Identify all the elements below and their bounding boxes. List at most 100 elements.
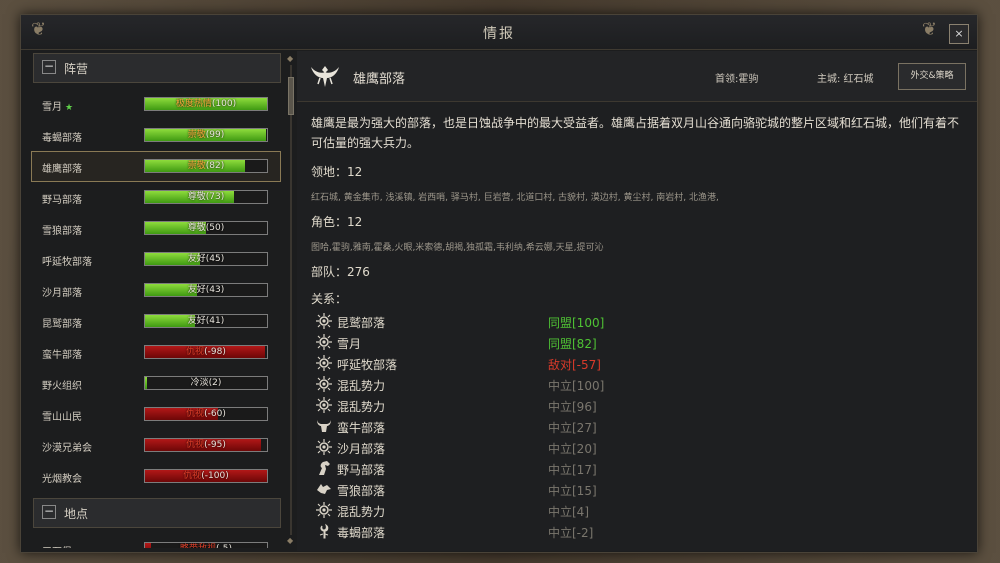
- faction-row[interactable]: 沙漠兄弟会 仇视(-95): [31, 430, 281, 461]
- reputation-text: 仇视(-98): [186, 347, 226, 357]
- detail-header: 雄鹰部落 首领:霍驹 主城: 红石城 外交&策略: [297, 51, 977, 102]
- diplomacy-button[interactable]: 外交&策略: [898, 63, 966, 90]
- relation-name: 蛮牛部落: [337, 421, 386, 435]
- scroll-bottom-diamond-icon: ◆: [287, 536, 294, 545]
- location-list: 三石堡 略带敌视(-5): [31, 534, 283, 548]
- relation-name: 混乱势力: [337, 400, 386, 414]
- eye-emblem-icon: [316, 334, 332, 350]
- faction-row[interactable]: 三石堡 略带敌视(-5): [31, 534, 281, 548]
- faction-row-name: 三石堡: [42, 543, 72, 548]
- relation-row[interactable]: 雪月 同盟[82]: [311, 332, 711, 353]
- faction-row-name: 雪月 ★: [42, 102, 74, 113]
- troop-count: 部队：276: [311, 265, 370, 279]
- locations-section-header[interactable]: − 地点: [33, 498, 281, 528]
- factions-section-header[interactable]: − 阵营: [33, 53, 281, 83]
- eye-emblem-icon: [316, 313, 332, 329]
- horse-emblem-icon: [319, 461, 330, 475]
- relation-row[interactable]: 雪狼部落 中立[15]: [311, 479, 711, 500]
- relation-value: 中立[17]: [548, 463, 597, 477]
- wolf-emblem-icon: [317, 484, 331, 494]
- relation-row[interactable]: 野马部落 中立[17]: [311, 458, 711, 479]
- relation-value: 敌对[-57]: [548, 358, 601, 372]
- relation-row[interactable]: 沙月部落 中立[20]: [311, 437, 711, 458]
- reputation-text: 友好(41): [187, 316, 225, 326]
- collapse-icon[interactable]: −: [42, 60, 56, 74]
- relation-name: 野马部落: [337, 463, 386, 477]
- scroll-top-diamond-icon: ◆: [287, 54, 294, 63]
- sidebar-scrollbar[interactable]: ◆ ◆: [287, 55, 295, 545]
- reputation-text: 友好(43): [187, 285, 225, 295]
- relation-row[interactable]: 混乱势力 中立[4]: [311, 500, 711, 521]
- faction-row-name: 沙月部落: [42, 288, 82, 299]
- faction-row[interactable]: 昆鹫部落 友好(41): [31, 306, 281, 337]
- faction-detail-panel: 雄鹰部落 首领:霍驹 主城: 红石城 外交&策略 雄鹰是最为强大的部落，也是日蚀…: [297, 51, 977, 551]
- faction-row[interactable]: 光烟教会 仇视(-100): [31, 461, 281, 492]
- faction-row-name: 蛮牛部落: [42, 350, 82, 361]
- scroll-thumb[interactable]: [288, 77, 294, 115]
- relation-row[interactable]: 呼延牧部落 敌对[-57]: [311, 353, 711, 374]
- faction-row-name: 昆鹫部落: [42, 319, 82, 330]
- reputation-text: 仇视(-100): [183, 471, 229, 481]
- reputation-bar: 崇敬(99): [144, 128, 268, 142]
- character-list: 图哈,霍驹,雅南,霍桑,火眼,米索德,胡褐,独孤霜,韦利纳,希云娜,天星,提可沁: [311, 243, 604, 253]
- relation-name: 雪狼部落: [337, 484, 386, 498]
- faction-row[interactable]: 呼延牧部落 友好(45): [31, 244, 281, 275]
- faction-row[interactable]: 野火组织 冷淡(2): [31, 368, 281, 399]
- player-star-icon: ★: [65, 103, 74, 113]
- faction-sidebar: − 阵营 雪月 ★ 极度热情(100) 毒蝎部落 崇敬(99) 雄鹰部落 崇敬(82) 野马部…: [31, 53, 283, 548]
- reputation-bar: 尊敬(73): [144, 190, 268, 204]
- reputation-bar: 友好(43): [144, 283, 268, 297]
- reputation-bar: 仇视(-60): [144, 407, 268, 421]
- relation-row[interactable]: 混乱势力 中立[100]: [311, 374, 711, 395]
- reputation-text: 仇视(-95): [186, 440, 226, 450]
- scorpion-emblem-icon: [319, 523, 329, 539]
- relation-row[interactable]: 昆鹫部落 同盟[100]: [311, 311, 711, 332]
- relation-name: 呼延牧部落: [337, 358, 398, 372]
- eye-emblem-icon: [316, 439, 332, 455]
- faction-row[interactable]: 毒蝎部落 崇敬(99): [31, 120, 281, 151]
- faction-row[interactable]: 雄鹰部落 崇敬(82): [31, 151, 281, 182]
- close-button[interactable]: ×: [949, 24, 969, 44]
- bull-emblem-icon: [317, 420, 331, 432]
- faction-leader: 首领:霍驹: [715, 74, 759, 85]
- faction-row-name: 雪山山民: [42, 412, 82, 423]
- eye-emblem-icon: [316, 355, 332, 371]
- relation-value: 中立[96]: [548, 400, 597, 414]
- reputation-bar: 仇视(-95): [144, 438, 268, 452]
- reputation-text: 极度热情(100): [175, 99, 237, 109]
- relation-name: 混乱势力: [337, 379, 386, 393]
- faction-capital: 主城: 红石城: [817, 74, 874, 85]
- relation-row[interactable]: 混乱势力 中立[96]: [311, 395, 711, 416]
- reputation-text: 友好(45): [187, 254, 225, 264]
- reputation-bar: 友好(45): [144, 252, 268, 266]
- reputation-bar: 极度热情(100): [144, 97, 268, 111]
- faction-row-name: 雄鹰部落: [42, 164, 82, 175]
- faction-row[interactable]: 雪月 ★ 极度热情(100): [31, 89, 281, 120]
- right-ornament-icon: ❦: [921, 19, 937, 40]
- faction-row-name: 野马部落: [42, 195, 82, 206]
- relation-name: 毒蝎部落: [337, 526, 386, 540]
- relation-row[interactable]: 毒蝎部落 中立[-2]: [311, 521, 711, 542]
- relation-value: 中立[27]: [548, 421, 597, 435]
- faction-row[interactable]: 雪狼部落 尊敬(50): [31, 213, 281, 244]
- title-bar: ❦ 情报 ❦ ×: [21, 15, 977, 50]
- reputation-text: 仇视(-60): [186, 409, 226, 419]
- reputation-text: 崇敬(82): [187, 161, 225, 171]
- faction-row[interactable]: 野马部落 尊敬(73): [31, 182, 281, 213]
- reputation-bar: 友好(41): [144, 314, 268, 328]
- relations-list: 昆鹫部落 同盟[100] 雪月 同盟[82] 呼延牧部落 敌对[-57] 混乱势力 中立[10…: [311, 311, 961, 542]
- eagle-emblem-icon: [311, 66, 339, 87]
- faction-row[interactable]: 雪山山民 仇视(-60): [31, 399, 281, 430]
- character-count: 角色：12: [311, 215, 363, 229]
- faction-list: 雪月 ★ 极度热情(100) 毒蝎部落 崇敬(99) 雄鹰部落 崇敬(82) 野马部落 尊敬(7…: [31, 89, 283, 492]
- relations-label: 关系：: [311, 292, 348, 306]
- faction-row[interactable]: 蛮牛部落 仇视(-98): [31, 337, 281, 368]
- relation-row[interactable]: 蛮牛部落 中立[27]: [311, 416, 711, 437]
- reputation-text: 尊敬(50): [187, 223, 225, 233]
- faction-row-name: 沙漠兄弟会: [42, 443, 92, 454]
- locations-section-label: 地点: [64, 507, 89, 521]
- reputation-bar: 冷淡(2): [144, 376, 268, 390]
- eye-emblem-icon: [316, 397, 332, 413]
- faction-row[interactable]: 沙月部落 友好(43): [31, 275, 281, 306]
- collapse-icon[interactable]: −: [42, 505, 56, 519]
